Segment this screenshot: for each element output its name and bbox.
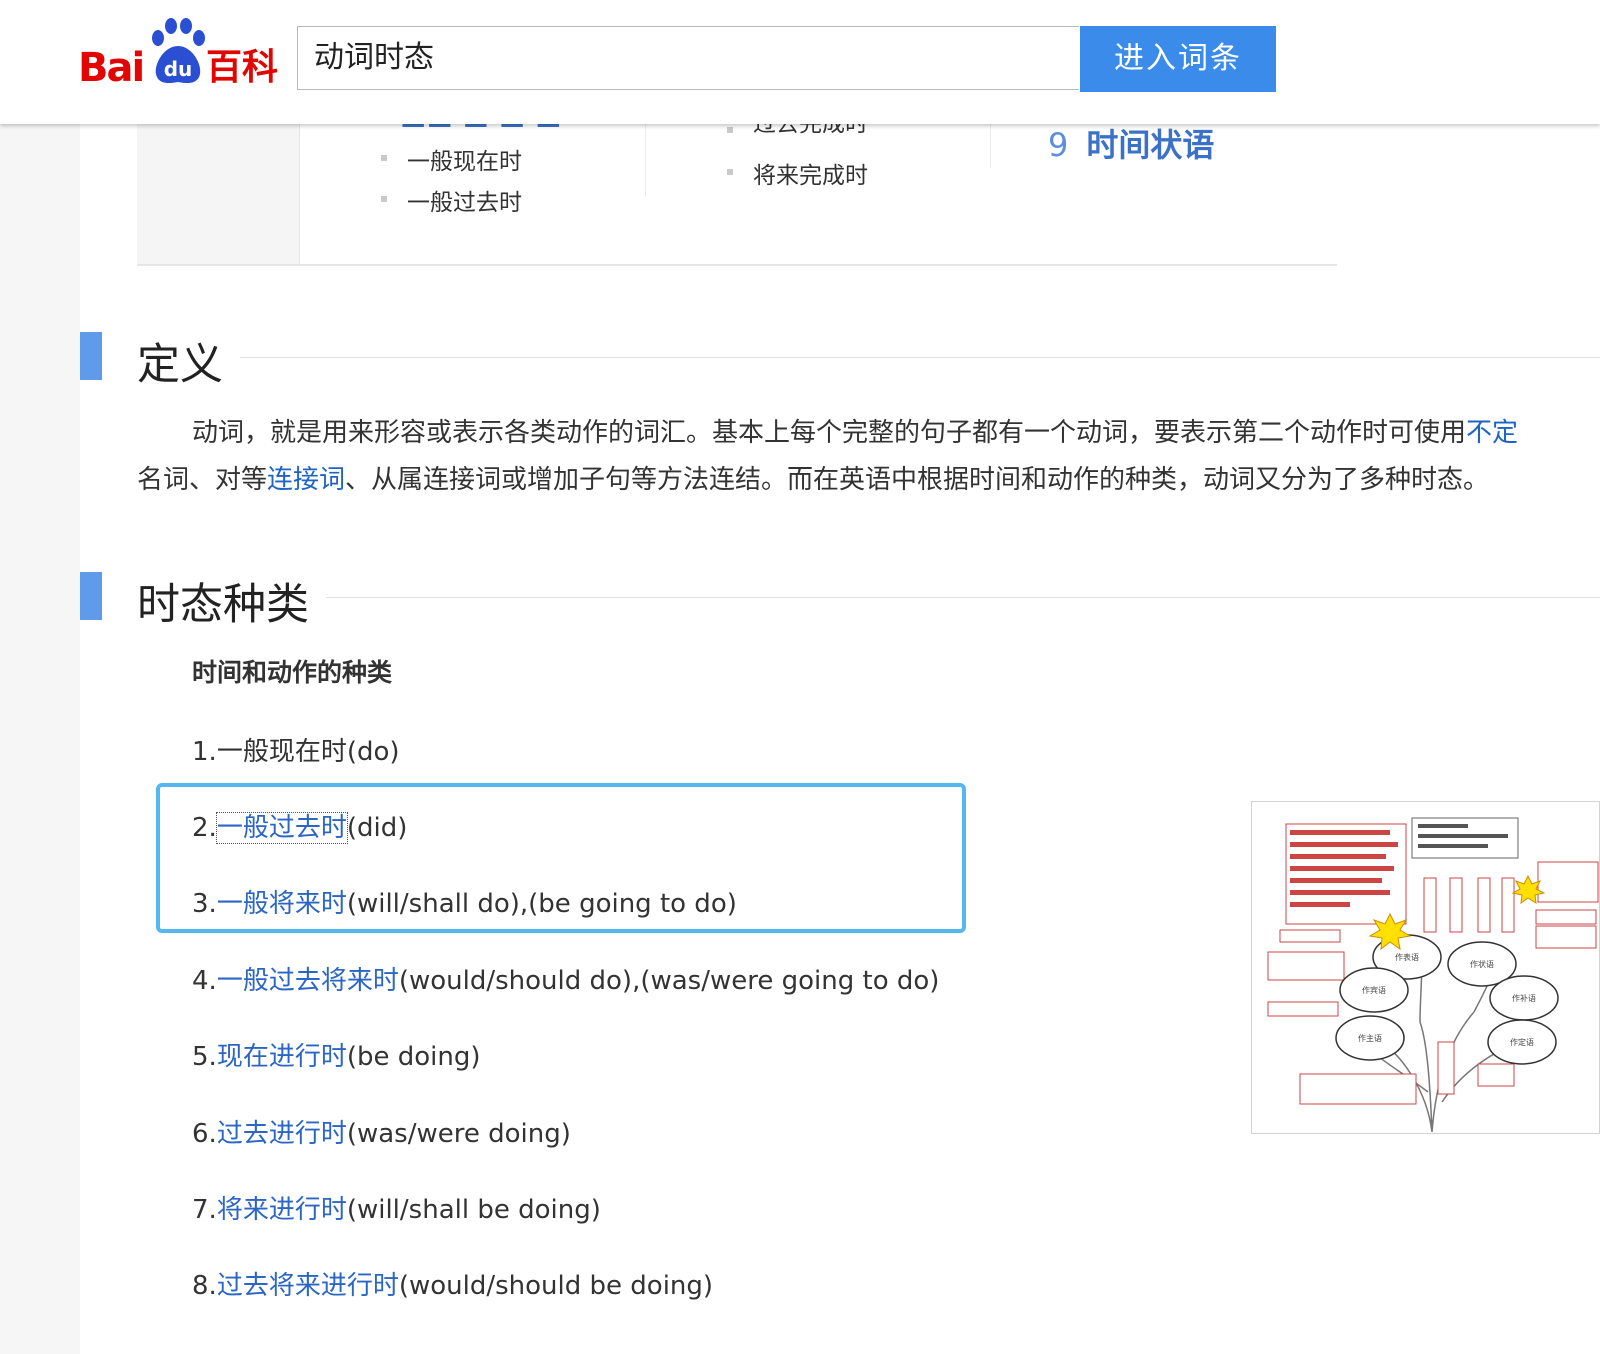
svg-text:作状语: 作状语 bbox=[1470, 959, 1494, 969]
svg-text:作表语: 作表语 bbox=[1395, 952, 1419, 962]
catalog-item[interactable]: 一般现在时 bbox=[381, 142, 522, 176]
definition-line-1: 动词，就是用来形容或表示各类动作的词汇。基本上每个完整的句子都有一个动词，要表示… bbox=[192, 418, 1519, 448]
section-title-definition: 定义 bbox=[137, 340, 223, 390]
paw-icon: du bbox=[152, 18, 205, 84]
link-conjunction[interactable]: 连接词 bbox=[267, 465, 345, 495]
baidu-baike-logo[interactable]: Bai du 百科 bbox=[78, 18, 288, 91]
top-header: Bai du 百科 动词时态 进入词条 bbox=[0, 0, 1600, 124]
tense-item-1: 1.一般现在时(do) bbox=[192, 737, 400, 767]
svg-text:作主语: 作主语 bbox=[1358, 1033, 1382, 1043]
section-marker bbox=[80, 332, 102, 380]
catalog-divider bbox=[645, 124, 646, 196]
tense-item-5: 5.现在进行时(be doing) bbox=[192, 1042, 481, 1072]
svg-text:作定语: 作定语 bbox=[1510, 1037, 1534, 1047]
search-input[interactable]: 动词时态 bbox=[297, 26, 1079, 90]
catalog-divider bbox=[990, 124, 991, 168]
tense-item-6: 6.过去进行时(was/were doing) bbox=[192, 1119, 571, 1149]
tense-item-8: 8.过去将来进行时(would/should be doing) bbox=[192, 1271, 714, 1301]
link-past-future[interactable]: 一般过去将来时 bbox=[217, 966, 399, 996]
link-past-future-continuous[interactable]: 过去将来进行时 bbox=[217, 1271, 399, 1301]
section-marker bbox=[80, 572, 102, 620]
link-present-continuous[interactable]: 现在进行时 bbox=[217, 1042, 347, 1072]
svg-text:作补语: 作补语 bbox=[1512, 993, 1536, 1003]
catalog-item[interactable]: 一般过去时 bbox=[381, 183, 522, 217]
link-future-continuous[interactable]: 将来进行时 bbox=[217, 1195, 347, 1225]
subheading: 时间和动作的种类 bbox=[192, 658, 393, 687]
catalog-item[interactable]: 将来完成时 bbox=[727, 156, 868, 190]
definition-line-2: 名词、对等连接词、从属连接词或增加子句等方法连结。而在英语中根据时间和动作的种类… bbox=[137, 465, 1490, 495]
highlight-box bbox=[156, 783, 966, 933]
link-past-continuous[interactable]: 过去进行时 bbox=[217, 1119, 347, 1149]
logo-baike-text: 百科 bbox=[206, 47, 279, 88]
section-title-tense-types: 时态种类 bbox=[137, 580, 309, 630]
logo-bai-text: Bai bbox=[78, 45, 145, 91]
section-divider bbox=[326, 597, 1600, 598]
svg-text:du: du bbox=[164, 57, 193, 81]
catalog-item-9[interactable]: 9 时间状语 bbox=[1048, 120, 1214, 166]
catalog-left-panel bbox=[137, 124, 300, 264]
enter-entry-button[interactable]: 进入词条 bbox=[1080, 26, 1276, 92]
tense-item-4: 4.一般过去将来时(would/should do),(was/were goi… bbox=[192, 966, 940, 996]
link-infinitive[interactable]: 不定 bbox=[1466, 418, 1518, 448]
section-divider bbox=[240, 357, 1600, 358]
svg-text:作宾语: 作宾语 bbox=[1362, 985, 1386, 995]
tense-item-7: 7.将来进行时(will/shall be doing) bbox=[192, 1195, 601, 1225]
tree-diagram-image: 作表语 作状语 作宾语 作补语 作主语 作定语 bbox=[1267, 817, 1599, 1133]
diagram-thumbnail[interactable]: 作表语 作状语 作宾语 作补语 作主语 作定语 bbox=[1251, 801, 1600, 1134]
